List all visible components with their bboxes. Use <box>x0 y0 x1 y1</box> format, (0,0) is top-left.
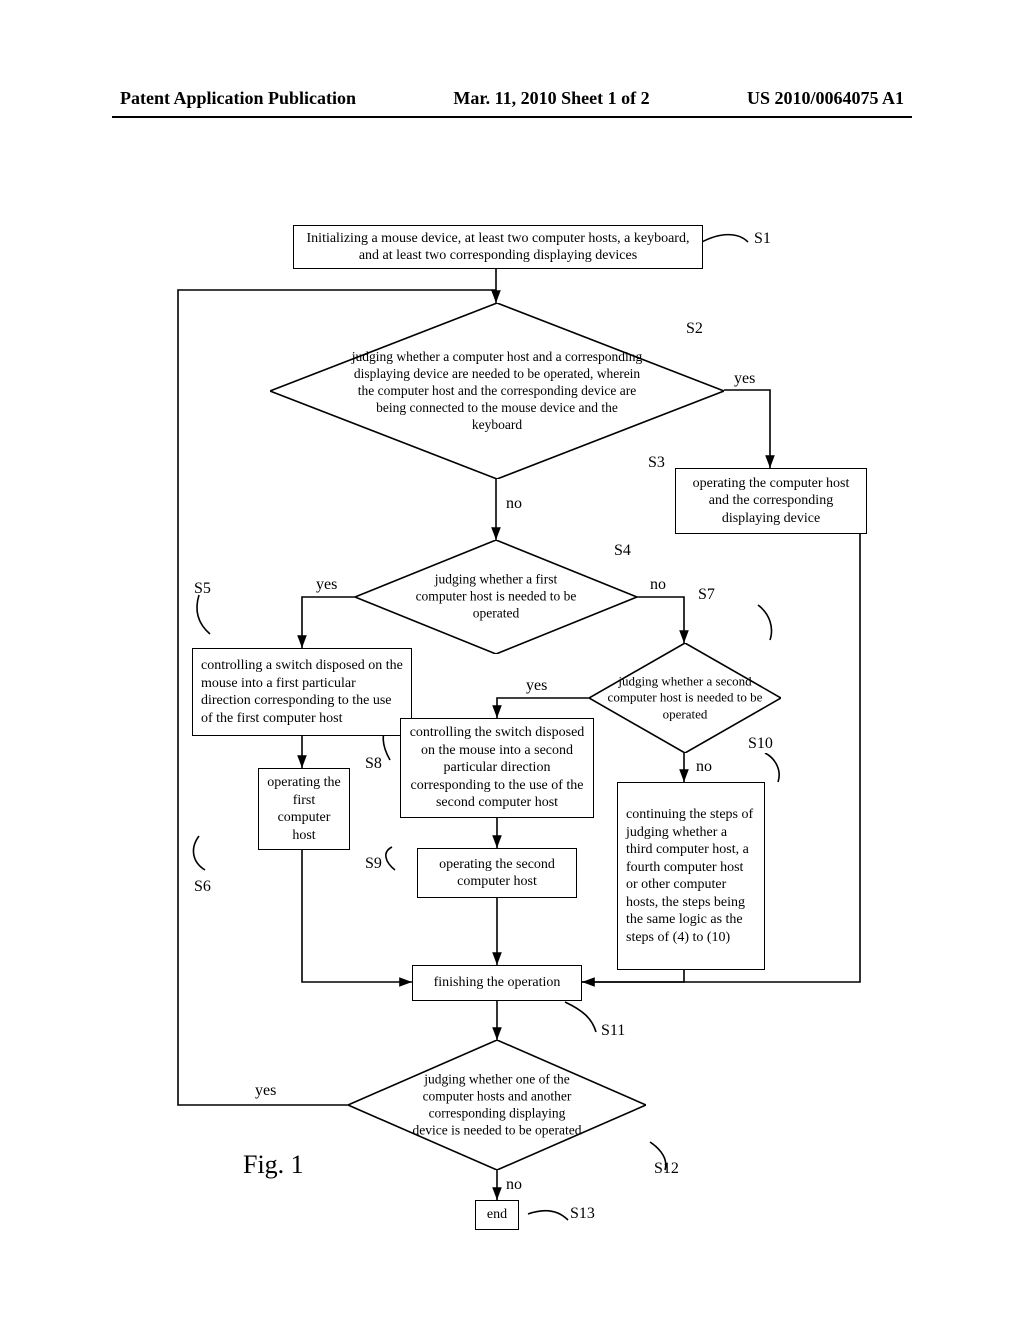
step-s12-text: judging whether one of the computer host… <box>411 1071 584 1139</box>
step-s1-text: Initializing a mouse device, at least tw… <box>302 230 694 265</box>
step-s13-text: end <box>487 1206 507 1224</box>
branch-s7-no: no <box>696 758 712 776</box>
step-s3-text: operating the computer host and the corr… <box>684 475 858 528</box>
step-s13: end <box>475 1200 519 1230</box>
branch-s4-yes: yes <box>316 576 337 594</box>
branch-s7-yes: yes <box>526 677 547 695</box>
step-s1: Initializing a mouse device, at least tw… <box>293 225 703 269</box>
figure-caption: Fig. 1 <box>243 1150 304 1180</box>
branch-s4-no: no <box>650 576 666 594</box>
label-s4: S4 <box>614 542 631 560</box>
label-s12: S12 <box>654 1160 679 1178</box>
step-s6: operating the first computer host <box>258 768 350 850</box>
step-s12: judging whether one of the computer host… <box>348 1040 646 1170</box>
label-s13: S13 <box>570 1205 595 1223</box>
step-s2-text: judging whether a computer host and a co… <box>349 349 644 433</box>
label-s3: S3 <box>648 454 665 472</box>
label-s8: S8 <box>365 755 382 773</box>
step-s5-text: controlling a switch disposed on the mou… <box>201 657 403 727</box>
label-s10: S10 <box>748 735 773 753</box>
step-s7-text: judging whether a second computer host i… <box>606 674 763 723</box>
label-s1: S1 <box>754 230 771 248</box>
step-s11: finishing the operation <box>412 965 582 1001</box>
branch-s12-no: no <box>506 1176 522 1194</box>
label-s6: S6 <box>194 878 211 896</box>
step-s3: operating the computer host and the corr… <box>675 468 867 534</box>
step-s2: judging whether a computer host and a co… <box>270 303 724 479</box>
step-s10: continuing the steps of judging whether … <box>617 782 765 970</box>
step-s10-text: continuing the steps of judging whether … <box>626 806 756 946</box>
branch-s2-yes: yes <box>734 370 755 388</box>
step-s11-text: finishing the operation <box>434 974 561 992</box>
branch-s2-no: no <box>506 495 522 513</box>
step-s4: judging whether a first computer host is… <box>355 540 637 654</box>
step-s9-text: operating the second computer host <box>426 856 568 891</box>
step-s8-text: controlling the switch disposed on the m… <box>409 724 585 812</box>
branch-s12-yes: yes <box>255 1082 276 1100</box>
label-s11: S11 <box>601 1022 625 1040</box>
label-s2: S2 <box>686 320 703 338</box>
step-s6-text: operating the first computer host <box>267 774 341 844</box>
label-s9: S9 <box>365 855 382 873</box>
page: Patent Application Publication Mar. 11, … <box>0 0 1024 1320</box>
label-s5: S5 <box>194 580 211 598</box>
step-s5: controlling a switch disposed on the mou… <box>192 648 412 736</box>
step-s9: operating the second computer host <box>417 848 577 898</box>
label-s7: S7 <box>698 586 715 604</box>
step-s4-text: judging whether a first computer host is… <box>414 572 578 623</box>
step-s8: controlling the switch disposed on the m… <box>400 718 594 818</box>
